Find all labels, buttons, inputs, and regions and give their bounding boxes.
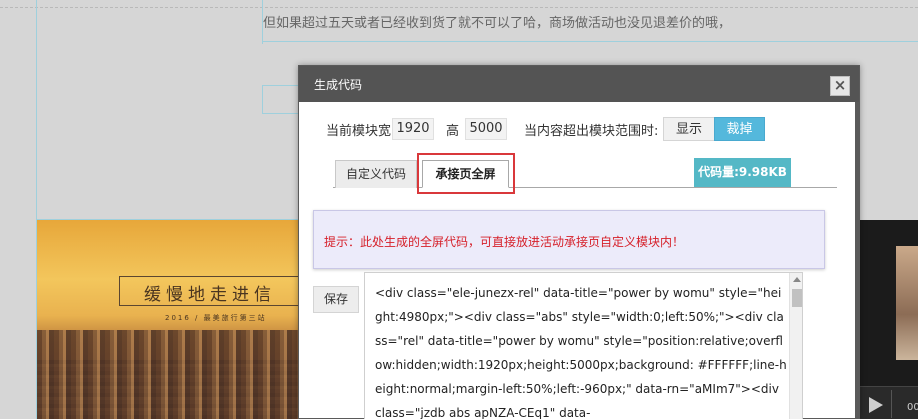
- module-width-label: 当前模块宽: [326, 124, 392, 139]
- code-content[interactable]: <div class="ele-junezx-rel" data-title="…: [375, 281, 787, 419]
- banner-title: 缓慢地走进信: [144, 285, 276, 305]
- tab-custom-code[interactable]: 自定义代码: [335, 160, 417, 188]
- scroll-up-icon[interactable]: [793, 277, 801, 282]
- video-time: 00: [907, 402, 918, 413]
- module-width-value[interactable]: 1920: [392, 118, 434, 140]
- tip-text: 提示：此处生成的全屏代码，可直接放进活动承接页自定义模块内！: [324, 235, 685, 249]
- overflow-show-button[interactable]: 显示: [663, 117, 715, 141]
- play-icon[interactable]: [869, 397, 883, 413]
- canvas-notice-text: 但如果超过五天或者已经收到货了就不可以了哈，商场做活动也没见退差价的哦，: [263, 16, 732, 31]
- controls-divider: [891, 390, 892, 418]
- code-textarea[interactable]: <div class="ele-junezx-rel" data-title="…: [364, 272, 803, 419]
- code-size-badge: 代码量:9.98KB: [694, 158, 791, 187]
- tip-box: 提示：此处生成的全屏代码，可直接放进活动承接页自定义模块内！: [313, 210, 825, 269]
- overflow-cut-button[interactable]: 裁掉: [714, 117, 765, 141]
- code-scrollbar[interactable]: [789, 273, 802, 419]
- module-height-label: 高: [446, 124, 460, 139]
- video-frame: [896, 246, 918, 360]
- dialog-scrollbar[interactable]: [855, 102, 860, 418]
- canvas-module-outline[interactable]: [262, 85, 302, 114]
- video-player[interactable]: 00: [859, 220, 918, 419]
- scrollbar-thumb[interactable]: [792, 289, 802, 307]
- save-button[interactable]: 保存: [313, 286, 359, 313]
- canvas-top-strip: [0, 0, 918, 8]
- dialog-title: 生成代码: [314, 78, 363, 92]
- overflow-label: 当内容超出模块范围时:: [524, 124, 659, 139]
- generate-code-dialog: 生成代码 × 当前模块宽 1920 高 5000 当内容超出模块范围时: 显示 …: [298, 65, 860, 419]
- banner-city-layer: [37, 330, 300, 419]
- banner-image[interactable]: 缓慢地走进信 2016 / 最美旅行第三站: [37, 220, 300, 419]
- close-icon[interactable]: ×: [830, 76, 850, 96]
- dialog-body: 当前模块宽 1920 高 5000 当内容超出模块范围时: 显示 裁掉 自定义代…: [299, 102, 855, 419]
- banner-subtitle: 2016 / 最美旅行第三站: [165, 314, 267, 322]
- tab-landing-fullscreen[interactable]: 承接页全屏: [422, 160, 509, 188]
- dialog-header: 生成代码 ×: [299, 66, 859, 102]
- module-height-value[interactable]: 5000: [465, 118, 507, 140]
